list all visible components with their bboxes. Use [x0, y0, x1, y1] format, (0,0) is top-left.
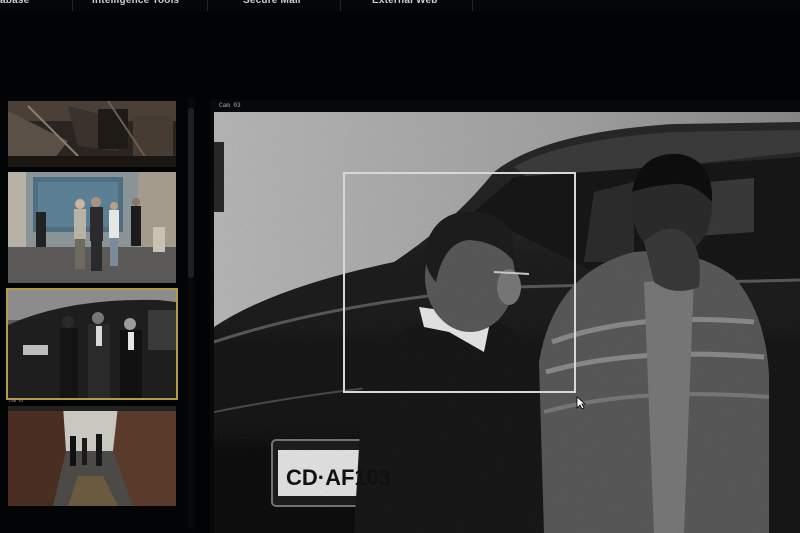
camera-thumbnail-image: [8, 172, 176, 283]
tab-divider: [340, 0, 341, 11]
surveillance-app: abase Intelligence Tools Secure Mail Ext…: [0, 0, 800, 533]
camera-thumbnail-4[interactable]: [8, 406, 176, 506]
tab-intelligence-tools[interactable]: Intelligence Tools: [92, 0, 179, 12]
tab-database[interactable]: abase: [0, 0, 29, 12]
tab-divider: [207, 0, 208, 11]
thumbnail-scrollbar-handle[interactable]: [188, 108, 194, 278]
camera-label: Cam 03: [219, 102, 241, 109]
camera-thumbnail-image: [8, 406, 176, 506]
camera-thumbnail-2[interactable]: [8, 172, 176, 283]
tab-divider: [72, 0, 73, 11]
tab-external-web[interactable]: External Web: [372, 0, 438, 12]
tab-secure-mail[interactable]: Secure Mail: [243, 0, 301, 12]
camera-thumbnail-1[interactable]: [8, 101, 176, 167]
tab-divider: [472, 0, 473, 11]
focus-tracking-box[interactable]: [343, 172, 576, 393]
camera-thumbnail-image: [8, 101, 176, 167]
licence-plate-text: CD·AF103: [286, 465, 391, 490]
header-spacer: [0, 12, 800, 98]
mouse-cursor-icon: [576, 396, 586, 410]
camera-thumbnail-3[interactable]: [6, 288, 178, 400]
thumbnail-caption: Cam 03: [9, 400, 24, 404]
camera-thumbnail-image: [8, 290, 176, 398]
